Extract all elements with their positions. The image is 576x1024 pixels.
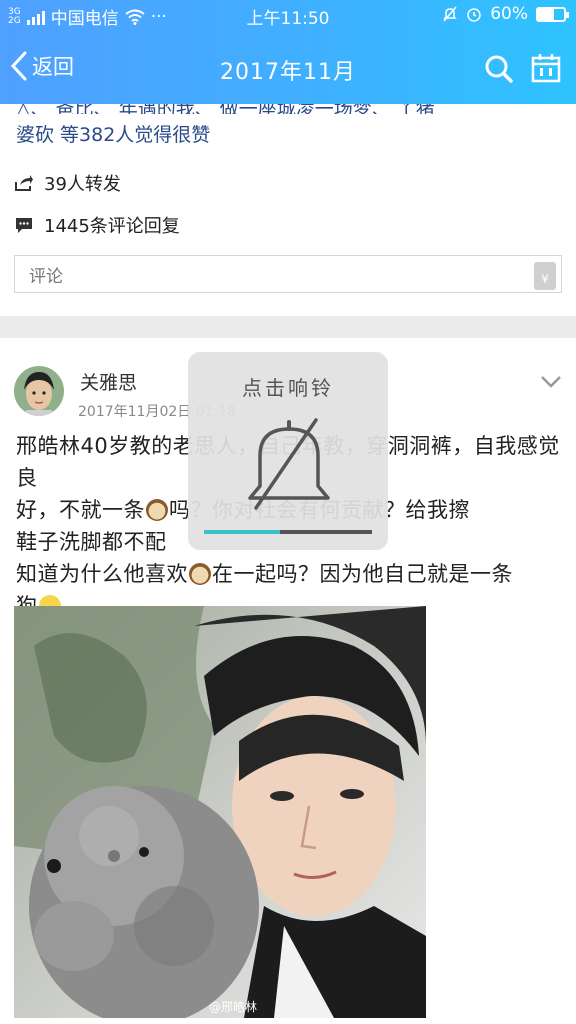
toast-title: 点击响铃 <box>242 376 334 400</box>
battery-icon <box>536 6 569 22</box>
chevron-down-icon <box>541 376 561 388</box>
post-username[interactable]: 关雅思 <box>80 368 137 395</box>
red-packet-icon[interactable]: ¥ <box>534 262 556 290</box>
post-image[interactable]: @邢皓林 <box>14 606 426 1018</box>
ringer-progress-fill <box>204 530 280 534</box>
avatar[interactable] <box>14 366 64 416</box>
post-text-line4a: 知道为什么他喜欢 <box>16 562 188 586</box>
avatar-image <box>14 366 64 416</box>
dog-emoji-icon <box>189 563 211 585</box>
likes-summary: △、 爸比、 年遇的我、 做一座城凌一场梦、 丫猪 婆砍 等382人觉得很赞 <box>16 104 561 150</box>
share-icon <box>15 175 33 191</box>
dog-emoji-icon <box>146 499 168 521</box>
ringer-progress[interactable] <box>204 530 372 534</box>
likes-text[interactable]: 婆砍 等382人觉得很赞 <box>16 120 561 150</box>
divider <box>0 316 576 338</box>
nav-bar: 返回 2017年11月 <box>0 40 576 100</box>
battery-fill <box>538 8 554 20</box>
post-text-line4b: 在一起吗？因为他自己就是一条 <box>212 562 513 586</box>
search-button[interactable] <box>484 54 514 88</box>
comment-count: 1445条评论回复 <box>44 216 180 237</box>
ringer-toast[interactable]: 点击响铃 <box>188 352 388 550</box>
app-header: 3G 2G 中国电信 ··· 上午11:50 60% 返回 2017年11月 <box>0 0 576 104</box>
calendar-icon <box>531 54 561 83</box>
feed[interactable]: △、 爸比、 年遇的我、 做一座城凌一场梦、 丫猪 婆砍 等382人觉得很赞 3… <box>0 104 576 1024</box>
comment-placeholder: 评论 <box>29 267 63 287</box>
likes-partial-line: △、 爸比、 年遇的我、 做一座城凌一场梦、 丫猪 <box>16 104 561 114</box>
photo: @邢皓林 <box>14 606 426 1018</box>
status-right: 60% <box>442 4 569 24</box>
mute-bell-small-icon <box>443 6 458 22</box>
comment-icon <box>16 218 32 233</box>
comment-input[interactable]: 评论 ¥ <box>14 255 562 293</box>
repost-count: 39人转发 <box>44 174 121 195</box>
watermark: @邢皓林 <box>209 1000 257 1014</box>
post-text-line3: 鞋子洗脚都不配 <box>16 530 167 554</box>
post-menu-button[interactable] <box>540 374 562 393</box>
search-icon <box>485 55 513 83</box>
status-bar: 3G 2G 中国电信 ··· 上午11:50 60% <box>0 0 576 30</box>
repost-row[interactable]: 39人转发 <box>14 170 121 196</box>
calendar-button[interactable] <box>530 52 562 88</box>
post-text-line2a: 好，不就一条 <box>16 498 145 522</box>
battery-percent: 60% <box>490 4 528 24</box>
comments-row[interactable]: 1445条评论回复 <box>14 212 180 238</box>
alarm-icon <box>467 8 481 22</box>
bell-off-icon <box>248 418 330 510</box>
